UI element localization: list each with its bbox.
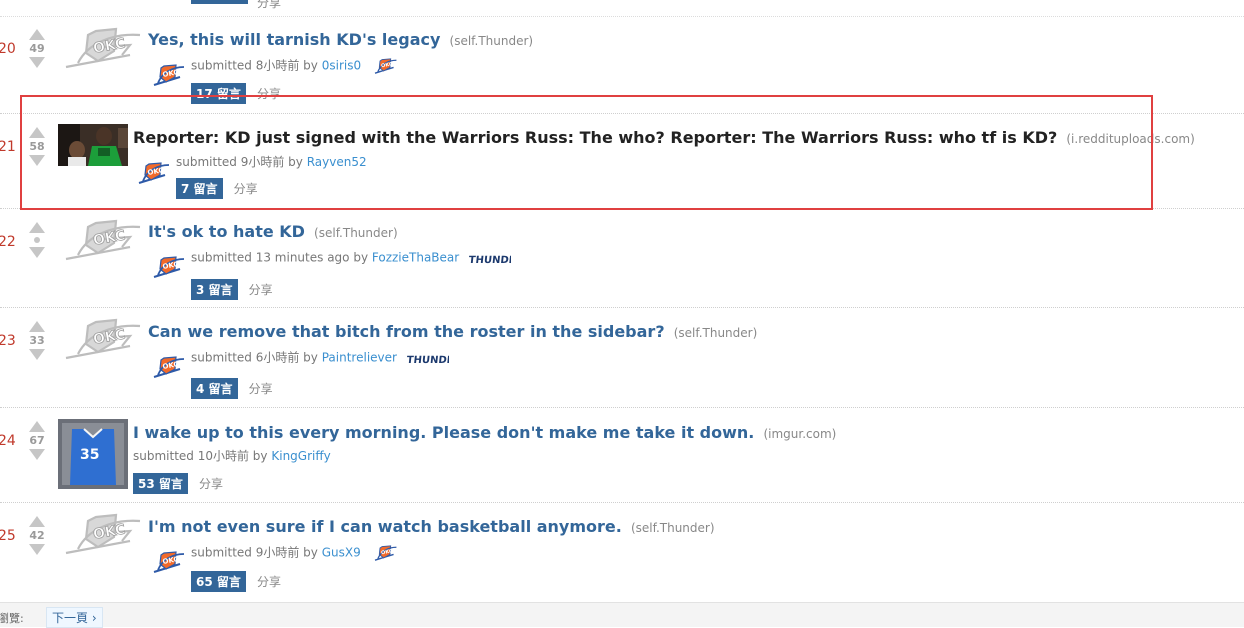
post-score: 42	[29, 529, 45, 542]
svg-text:THUNDER: THUNDER	[469, 255, 511, 266]
post-meta: submitted 10小時前 by KingGriffy	[133, 447, 331, 464]
previous-post-tail: 分享	[0, 0, 1244, 17]
svg-text:35: 35	[80, 447, 99, 463]
post-domain[interactable]: (self.Thunder)	[674, 326, 758, 340]
highlight-box	[20, 95, 1153, 210]
post-row: 23 33 Can we remove that bitch from the …	[0, 307, 1244, 408]
okc-logo-icon[interactable]	[58, 511, 142, 561]
downvote-arrow-icon[interactable]	[29, 349, 45, 360]
okc-logo-icon	[150, 353, 186, 381]
post-title[interactable]: Yes, this will tarnish KD's legacy	[148, 30, 440, 49]
okc-logo-icon[interactable]	[58, 316, 142, 366]
post-meta: submitted 6小時前 by Paintreliever THUNDER	[191, 348, 449, 368]
post-score: 33	[29, 334, 45, 347]
submitted-text: submitted 8小時前 by	[191, 58, 318, 73]
downvote-arrow-icon[interactable]	[29, 57, 45, 68]
okc-logo-icon	[371, 543, 399, 563]
post-rank: 23	[0, 333, 16, 349]
post-row: 24 67 35 I wake up to this every morning…	[0, 407, 1244, 503]
post-rank: 20	[0, 41, 16, 57]
post-score: 49	[29, 42, 45, 55]
post-rank: 24	[0, 433, 16, 449]
share-link[interactable]: 分享	[257, 0, 281, 11]
share-link[interactable]: 分享	[257, 575, 281, 589]
post-domain[interactable]: (self.Thunder)	[314, 226, 398, 240]
jersey-thumbnail[interactable]: 35	[58, 419, 128, 489]
upvote-arrow-icon[interactable]	[29, 321, 45, 332]
downvote-arrow-icon[interactable]	[29, 247, 45, 258]
post-rank: 21	[0, 139, 16, 155]
thunder-wordmark-icon: THUNDER	[469, 255, 511, 266]
post-score: 67	[29, 434, 45, 447]
submitted-text: submitted 6小時前 by	[191, 350, 318, 365]
author-link[interactable]: Paintreliever	[322, 351, 397, 365]
upvote-arrow-icon[interactable]	[29, 29, 45, 40]
thunder-wordmark-icon: THUNDER	[407, 355, 449, 366]
upvote-arrow-icon[interactable]	[29, 222, 45, 233]
vote-box: 42	[28, 516, 46, 555]
post-row: 22 It's ok to hate KD (self.Thunder) sub…	[0, 208, 1244, 308]
pagination-label: 瀏覽:	[0, 612, 24, 625]
post-title[interactable]: Can we remove that bitch from the roster…	[148, 322, 665, 341]
author-link[interactable]: GusX9	[322, 546, 361, 560]
svg-text:THUNDER: THUNDER	[407, 355, 449, 366]
submitted-text: submitted 10小時前 by	[133, 449, 268, 463]
comments-button[interactable]: 65 留言	[191, 571, 246, 592]
downvote-arrow-icon[interactable]	[29, 449, 45, 460]
comments-button[interactable]	[191, 0, 248, 4]
post-meta: submitted 13 minutes ago by FozzieThaBea…	[191, 248, 511, 268]
upvote-arrow-icon[interactable]	[29, 516, 45, 527]
post-title[interactable]: I wake up to this every morning. Please …	[133, 423, 754, 442]
share-link[interactable]: 分享	[199, 477, 223, 491]
comments-button[interactable]: 4 留言	[191, 378, 238, 399]
post-title[interactable]: I'm not even sure if I can watch basketb…	[148, 517, 622, 536]
comments-button[interactable]: 53 留言	[133, 473, 188, 494]
post-rank: 25	[0, 528, 16, 544]
okc-logo-icon	[150, 253, 186, 281]
okc-logo-icon[interactable]	[58, 217, 142, 267]
downvote-arrow-icon[interactable]	[29, 544, 45, 555]
post-domain[interactable]: (imgur.com)	[763, 427, 836, 441]
vote-box: 33	[28, 321, 46, 360]
jersey-thumbnail-image: 35	[58, 419, 128, 489]
post-rank: 22	[0, 234, 16, 250]
post-meta: submitted 9小時前 by GusX9	[191, 543, 399, 563]
vote-box: 67	[28, 421, 46, 460]
share-link[interactable]: 分享	[249, 283, 273, 297]
author-link[interactable]: 0siris0	[322, 59, 361, 73]
okc-logo-icon[interactable]	[58, 25, 142, 75]
vote-box: 49	[28, 29, 46, 68]
post-domain[interactable]: (self.Thunder)	[450, 34, 534, 48]
post-title[interactable]: It's ok to hate KD	[148, 222, 305, 241]
author-link[interactable]: FozzieThaBear	[372, 251, 459, 265]
submitted-text: submitted 9小時前 by	[191, 545, 318, 560]
pagination-bar: 瀏覽: 下一頁 ›	[0, 602, 1244, 628]
comments-button[interactable]: 3 留言	[191, 279, 238, 300]
post-meta: submitted 8小時前 by 0siris0	[191, 56, 399, 76]
okc-logo-icon	[150, 61, 186, 89]
next-page-button[interactable]: 下一頁 ›	[46, 607, 103, 628]
vote-box	[28, 222, 46, 258]
okc-logo-icon	[150, 548, 186, 576]
post-score-dot	[34, 237, 40, 243]
upvote-arrow-icon[interactable]	[29, 421, 45, 432]
okc-logo-icon	[371, 56, 399, 76]
post-domain[interactable]: (self.Thunder)	[631, 521, 715, 535]
submitted-text: submitted 13 minutes ago by	[191, 250, 369, 265]
post-row: 25 42 I'm not even sure if I can watch b…	[0, 502, 1244, 601]
author-link[interactable]: KingGriffy	[271, 449, 330, 463]
share-link[interactable]: 分享	[249, 382, 273, 396]
